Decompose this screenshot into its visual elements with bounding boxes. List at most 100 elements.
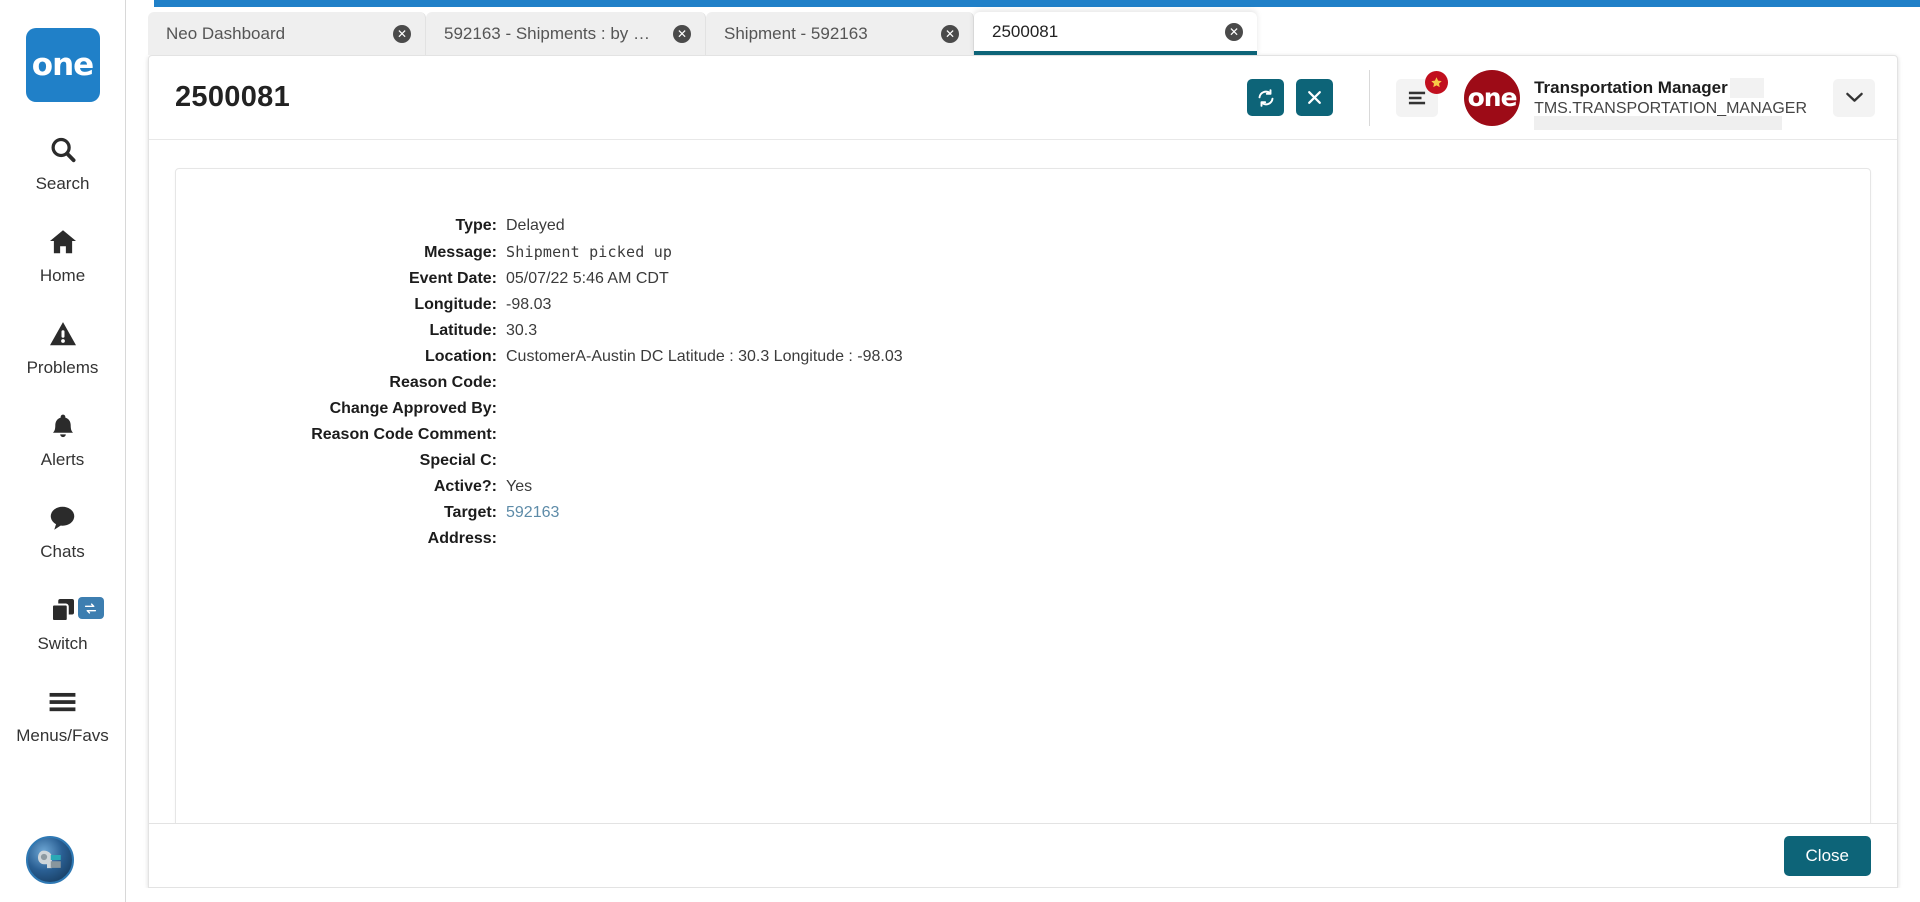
detail-row-message: Message: Shipment picked up: [176, 239, 1870, 266]
sidebar-item-label: Home: [39, 266, 86, 285]
detail-row-reason-code: Reason Code:: [176, 370, 1870, 396]
tab-strip: Neo Dashboard ✕ 592163 - Shipments : by …: [126, 0, 1920, 55]
detail-label: Location:: [425, 348, 497, 365]
detail-label: Longitude:: [414, 296, 497, 313]
home-icon: [47, 221, 79, 263]
detail-row-address: Address:: [176, 526, 1870, 552]
detail-value: Shipment picked up: [506, 243, 673, 261]
sidebar-item-chats[interactable]: Chats: [0, 497, 126, 562]
redacted-region: [1534, 115, 1783, 130]
sidebar-item-switch[interactable]: Switch: [0, 589, 126, 654]
sidebar-item-label: Search: [35, 174, 90, 193]
detail-value: 05/07/22 5:46 AM CDT: [506, 270, 669, 287]
brand-logo[interactable]: one: [25, 28, 100, 102]
hamburger-icon: [47, 681, 78, 723]
detail-label: Message:: [424, 244, 497, 261]
sidebar-item-home[interactable]: Home: [0, 221, 126, 286]
detail-label: Reason Code Comment:: [311, 426, 497, 443]
detail-value: -98.03: [506, 296, 552, 313]
left-sidebar: one Search Home Problems Alerts Chats Sw…: [0, 0, 126, 902]
ai-assistant-avatar[interactable]: [26, 836, 74, 884]
detail-value: CustomerA-Austin DC Latitude : 30.3 Long…: [506, 348, 903, 365]
detail-row-target: Target: 592163: [176, 500, 1870, 526]
detail-row-active: Active?: Yes: [176, 474, 1870, 500]
sidebar-item-alerts[interactable]: Alerts: [0, 405, 126, 470]
sidebar-item-problems[interactable]: Problems: [0, 313, 126, 378]
detail-label: Active?:: [433, 478, 497, 495]
detail-value: 30.3: [506, 322, 538, 339]
tab-close-icon[interactable]: ✕: [1225, 22, 1243, 41]
bottom-gap: [126, 888, 1920, 902]
close-x-icon: [1308, 91, 1321, 104]
tab-shipments-list[interactable]: 592163 - Shipments : by Shipme... ✕: [426, 12, 706, 55]
search-icon: [48, 129, 78, 171]
detail-label: Reason Code:: [389, 374, 497, 391]
refresh-button[interactable]: [1247, 79, 1285, 116]
close-page-button[interactable]: [1296, 79, 1334, 116]
header-divider: [1369, 69, 1371, 126]
detail-label: Special C:: [419, 452, 497, 469]
sidebar-item-label: Chats: [40, 542, 85, 561]
detail-label: Latitude:: [429, 322, 497, 339]
user-avatar-text: one: [1467, 83, 1518, 112]
detail-row-type: Type: Delayed: [176, 213, 1870, 239]
switch-windows-icon: [47, 589, 79, 631]
switch-toggle-badge-icon[interactable]: [77, 597, 104, 619]
tab-close-icon[interactable]: ✕: [941, 24, 959, 43]
detail-row-longitude: Longitude: -98.03: [176, 292, 1870, 318]
tab-close-icon[interactable]: ✕: [393, 24, 411, 43]
page-footer: Close: [149, 823, 1897, 887]
detail-label: Target:: [443, 504, 497, 521]
event-detail-panel: Type: Delayed Message: Shipment picked u…: [175, 168, 1871, 823]
tab-neo-dashboard[interactable]: Neo Dashboard ✕: [148, 12, 426, 55]
redacted-region: [1730, 77, 1765, 98]
detail-label: Type:: [455, 217, 497, 234]
detail-row-event-date: Event Date: 05/07/22 5:46 AM CDT: [176, 266, 1870, 292]
tab-close-icon[interactable]: ✕: [673, 24, 691, 43]
sidebar-item-label: Menus/Favs: [16, 726, 109, 745]
sidebar-item-label: Problems: [26, 358, 99, 377]
detail-row-special-c: Special C:: [176, 448, 1870, 474]
brand-logo-text: one: [31, 47, 94, 83]
detail-value-target-link[interactable]: 592163: [506, 500, 559, 526]
user-info: Transportation Manager TMS.TRANSPORTATIO…: [1534, 77, 1807, 130]
detail-label: Address:: [427, 530, 497, 547]
sidebar-item-label: Alerts: [40, 450, 85, 469]
tab-label: Shipment - 592163: [724, 23, 868, 43]
page-header: 2500081 one Transportation Manager TMS.T…: [149, 56, 1897, 140]
detail-value: Yes: [506, 478, 533, 495]
main-area: Neo Dashboard ✕ 592163 - Shipments : by …: [126, 0, 1920, 902]
tab-label: 592163 - Shipments : by Shipme...: [444, 23, 657, 43]
detail-label: Event Date:: [408, 270, 497, 287]
detail-value: Delayed: [506, 217, 565, 234]
sidebar-item-search[interactable]: Search: [0, 129, 126, 194]
sidebar-item-label: Switch: [37, 634, 88, 653]
refresh-icon: [1258, 88, 1274, 107]
star-badge-icon: [1425, 70, 1449, 94]
tab-label: Neo Dashboard: [166, 23, 286, 43]
detail-label: Change Approved By:: [329, 400, 497, 417]
detail-row-change-approved-by: Change Approved By:: [176, 396, 1870, 422]
user-avatar[interactable]: one: [1464, 69, 1521, 126]
header-menu-button[interactable]: [1396, 70, 1449, 117]
detail-row-location: Location: CustomerA-Austin DC Latitude :…: [176, 344, 1870, 370]
close-button[interactable]: Close: [1783, 835, 1871, 876]
chat-bubble-icon: [47, 497, 78, 539]
chevron-down-icon: [1845, 92, 1863, 102]
detail-row-reason-code-comment: Reason Code Comment:: [176, 422, 1870, 448]
warning-triangle-icon: [48, 313, 78, 355]
user-menu-button[interactable]: [1833, 78, 1875, 117]
detail-row-latitude: Latitude: 30.3: [176, 318, 1870, 344]
detail-rows: Type: Delayed Message: Shipment picked u…: [176, 169, 1870, 552]
user-name: Transportation Manager: [1534, 77, 1728, 97]
tab-2500081[interactable]: 2500081 ✕: [974, 12, 1257, 55]
page-card: 2500081 one Transportation Manager TMS.T…: [148, 55, 1898, 888]
hamburger-menu-icon: [1408, 91, 1426, 104]
application-window: one Search Home Problems Alerts Chats Sw…: [0, 0, 1920, 902]
tab-label: 2500081: [992, 21, 1059, 41]
page-body: Type: Delayed Message: Shipment picked u…: [149, 140, 1897, 823]
tab-shipment-592163[interactable]: Shipment - 592163 ✕: [706, 12, 974, 55]
sidebar-item-menus-favs[interactable]: Menus/Favs: [0, 681, 126, 746]
bell-icon: [49, 405, 77, 447]
page-title: 2500081: [175, 81, 290, 113]
